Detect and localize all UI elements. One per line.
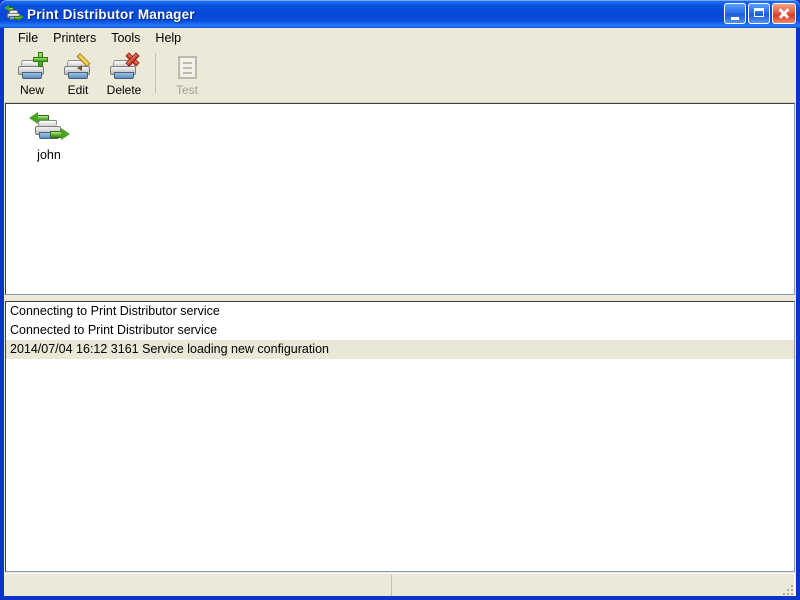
test-button: Test [164, 49, 210, 101]
client-area: File Printers Tools Help New Edit Delete… [4, 28, 796, 596]
close-button[interactable] [772, 3, 796, 24]
log-line[interactable]: 2014/07/04 16:12 3161 Service loading ne… [6, 340, 794, 359]
edit-button-label: Edit [67, 83, 89, 97]
edit-button[interactable]: Edit [55, 49, 101, 101]
log-line[interactable]: Connecting to Print Distributor service [6, 302, 794, 321]
printer-item-john[interactable]: john [18, 110, 80, 163]
printer-delete-icon [108, 52, 140, 82]
new-button[interactable]: New [9, 49, 55, 101]
printers-pane[interactable]: john [5, 103, 795, 295]
delete-button[interactable]: Delete [101, 49, 147, 101]
printer-item-label: john [37, 148, 61, 162]
test-button-label: Test [175, 83, 198, 97]
menu-bar: File Printers Tools Help [4, 28, 796, 49]
log-line[interactable]: Connected to Print Distributor service [6, 321, 794, 340]
title-bar: Print Distributor Manager [0, 0, 800, 28]
maximize-button[interactable] [748, 3, 770, 24]
delete-button-label: Delete [106, 83, 142, 97]
arrow-out-icon [50, 128, 70, 141]
maximize-icon [754, 8, 764, 17]
log-pane[interactable]: Connecting to Print Distributor service … [5, 301, 795, 572]
toolbar: New Edit Delete Test [4, 49, 796, 103]
test-page-icon [171, 52, 203, 82]
printer-sync-icon [29, 110, 70, 146]
window-title: Print Distributor Manager [27, 6, 195, 22]
status-panel-primary [5, 574, 391, 596]
application-window: Print Distributor Manager File Printers … [0, 0, 800, 600]
minimize-button[interactable] [724, 3, 746, 24]
status-bar [5, 573, 795, 596]
window-controls [724, 3, 796, 24]
minimize-icon [731, 17, 739, 20]
menu-item-printers[interactable]: Printers [46, 29, 104, 48]
toolbar-separator [155, 53, 156, 93]
status-panel-secondary [391, 574, 795, 596]
menu-item-tools[interactable]: Tools [104, 29, 148, 48]
menu-item-file[interactable]: File [11, 29, 46, 48]
menu-item-help[interactable]: Help [148, 29, 189, 48]
printer-add-icon [16, 52, 48, 82]
printer-sync-icon [4, 5, 24, 23]
printer-edit-icon [62, 52, 94, 82]
new-button-label: New [19, 83, 44, 97]
resize-grip[interactable] [780, 582, 793, 595]
